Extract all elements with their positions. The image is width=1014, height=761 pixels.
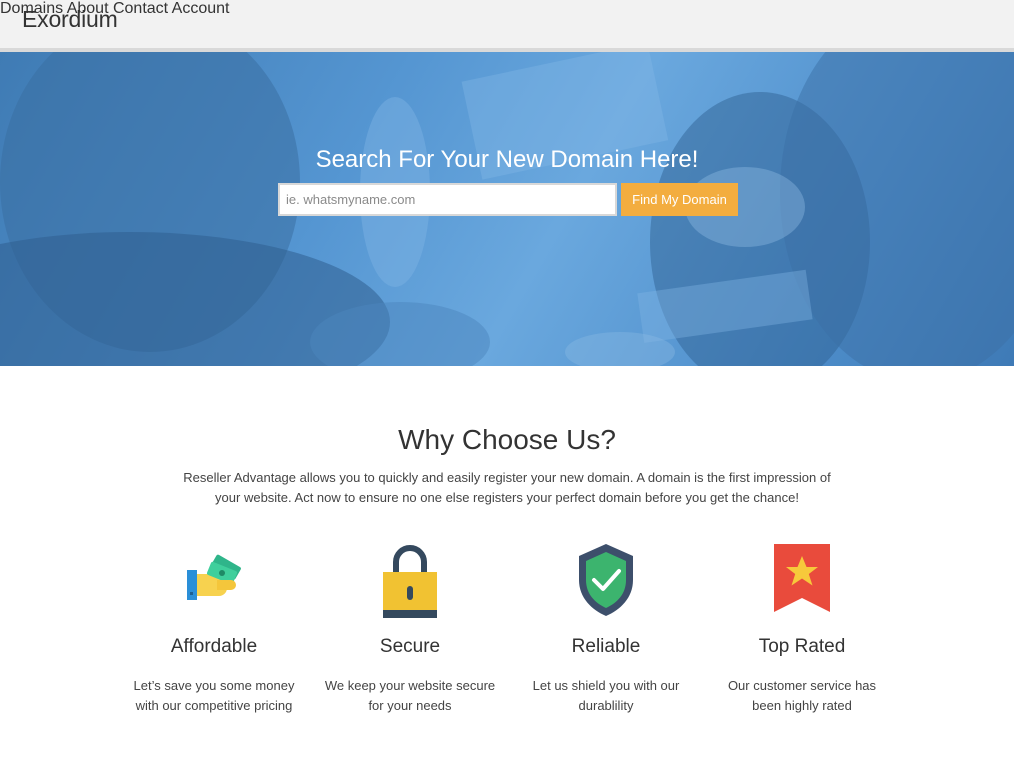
feature-description: Let us shield you with our durablility — [532, 678, 680, 713]
nav-link-contact[interactable]: Contact — [113, 0, 168, 17]
find-my-domain-button[interactable]: Find My Domain — [621, 183, 738, 216]
feature-description: Our customer service has been highly rat… — [727, 678, 877, 713]
money-hand-icon — [187, 554, 241, 600]
hero-title: Search For Your New Domain Here! — [315, 146, 699, 173]
star-ribbon-icon — [774, 544, 830, 612]
top-navbar: Exordium Domains About Contact Account — [0, 0, 1014, 52]
nav-link-account[interactable]: Account — [172, 0, 230, 17]
feature-description: We keep your website secure for your nee… — [324, 678, 496, 713]
brand-logo-text[interactable]: Exordium — [22, 6, 118, 33]
padlock-icon — [383, 545, 437, 618]
feature-title: Affordable — [170, 636, 258, 657]
why-choose-us-text: Reseller Advantage allows you to quickly… — [183, 470, 831, 505]
shield-check-icon — [579, 544, 633, 616]
feature-title: Reliable — [571, 636, 641, 657]
feature-title: Secure — [379, 636, 441, 657]
why-choose-us-heading: Why Choose Us? — [398, 424, 616, 455]
feature-title: Top Rated — [758, 636, 846, 657]
feature-description: Let’s save you some money with our compe… — [133, 678, 295, 713]
domain-search-input[interactable] — [278, 183, 617, 216]
